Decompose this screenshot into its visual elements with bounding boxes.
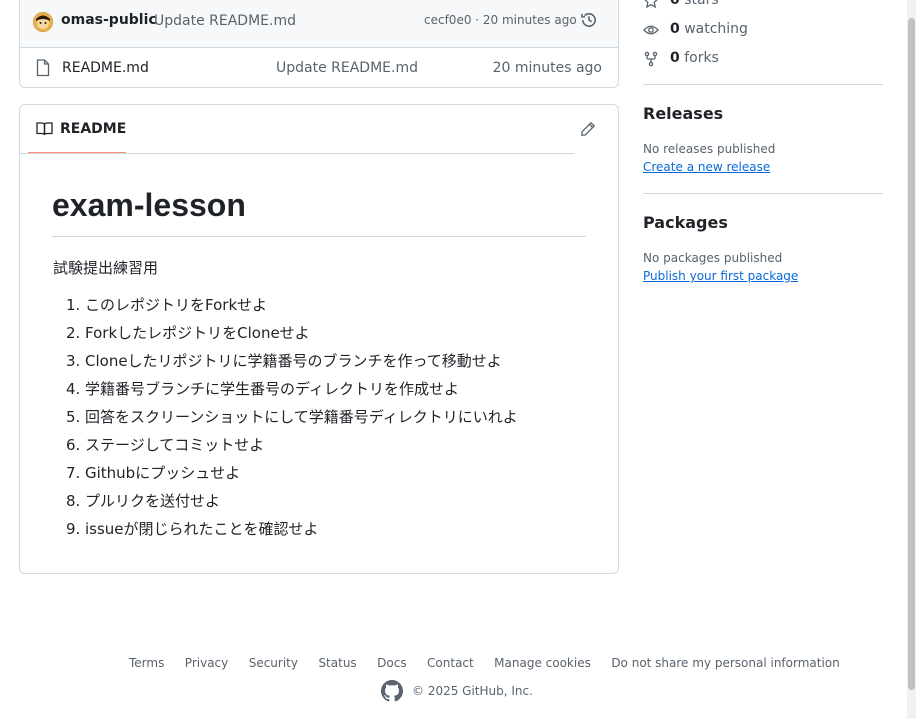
readme-steps-list: 1. このレポジトリをForkせよ 2. ForkしたレポジトリをCloneせよ 3… bbox=[66, 293, 606, 545]
pencil-icon[interactable] bbox=[580, 121, 596, 141]
watching-label: watching bbox=[684, 21, 748, 37]
footer-link-status[interactable]: Status bbox=[318, 656, 356, 670]
file-icon bbox=[35, 59, 51, 81]
file-browser: omas-public Update README.md cecf0e0 · 2… bbox=[19, 0, 619, 88]
list-item: 7. Githubにプッシュせよ bbox=[66, 464, 241, 482]
file-commit-link[interactable]: Update README.md bbox=[276, 60, 418, 76]
list-item: 4. 学籍番号ブランチに学生番号のディレクトリを作成せよ bbox=[66, 380, 459, 398]
copyright-text: © 2025 GitHub, Inc. bbox=[412, 684, 533, 698]
releases-note: No releases published bbox=[643, 142, 776, 156]
commit-author-link[interactable]: omas-public bbox=[61, 12, 157, 28]
footer-link-security[interactable]: Security bbox=[249, 656, 298, 670]
file-commit-time: 20 minutes ago bbox=[492, 60, 602, 76]
readme-tab-bar: README bbox=[20, 105, 618, 154]
list-item: 8. プルリクを送付せよ bbox=[66, 492, 221, 510]
star-icon bbox=[643, 0, 659, 13]
readme-description: 試験提出練習用 bbox=[53, 259, 159, 277]
scrollbar-thumb[interactable] bbox=[908, 18, 915, 690]
sidebar-divider bbox=[643, 193, 883, 194]
commit-message-link[interactable]: Update README.md bbox=[154, 13, 296, 29]
latest-commit-bar: omas-public Update README.md cecf0e0 · 2… bbox=[20, 0, 618, 48]
repo-forked-icon bbox=[643, 51, 659, 71]
footer-link-terms[interactable]: Terms bbox=[129, 656, 164, 670]
publish-package-link[interactable]: Publish your first package bbox=[643, 269, 798, 283]
footer-link-privacy[interactable]: Privacy bbox=[185, 656, 228, 670]
create-release-link[interactable]: Create a new release bbox=[643, 160, 770, 174]
readme-tab-label: README bbox=[60, 121, 127, 137]
sidebar-divider bbox=[643, 84, 883, 85]
footer-links: Terms Privacy Security Status Docs Conta… bbox=[129, 655, 856, 671]
file-row[interactable]: README.md Update README.md 20 minutes ag… bbox=[20, 48, 618, 88]
stars-count: 0 bbox=[670, 0, 680, 8]
list-item: 5. 回答をスクリーンショットにして学籍番号ディレクトリにいれよ bbox=[66, 408, 518, 426]
avatar[interactable] bbox=[33, 12, 53, 32]
github-mark-icon[interactable] bbox=[381, 680, 403, 706]
releases-heading[interactable]: Releases bbox=[643, 104, 723, 123]
packages-heading[interactable]: Packages bbox=[643, 213, 728, 232]
footer-link-docs[interactable]: Docs bbox=[377, 656, 406, 670]
packages-note: No packages published bbox=[643, 251, 783, 265]
tab-readme[interactable]: README bbox=[28, 105, 126, 154]
list-item: 9. issueが閉じられたことを確認せよ bbox=[66, 520, 319, 538]
readme-panel: README exam-lesson 試験提出練習用 1. このレポジトリをFor… bbox=[19, 104, 619, 574]
footer-link-do-not-share[interactable]: Do not share my personal information bbox=[611, 656, 839, 670]
list-item: 3. Cloneしたリポジトリに学籍番号のブランチを作って移動せよ bbox=[66, 352, 502, 370]
list-item: 6. ステージしてコミットせよ bbox=[66, 436, 265, 454]
stars-label: stars bbox=[684, 0, 719, 8]
eye-icon bbox=[643, 22, 659, 42]
book-icon bbox=[36, 121, 53, 141]
page-scrollbar[interactable] bbox=[907, 0, 916, 719]
forks-count: 0 bbox=[670, 50, 680, 66]
repo-page: omas-public Update README.md cecf0e0 · 2… bbox=[0, 0, 916, 719]
list-item: 2. ForkしたレポジトリをCloneせよ bbox=[66, 324, 310, 342]
file-name-link[interactable]: README.md bbox=[62, 60, 149, 76]
footer-link-contact[interactable]: Contact bbox=[427, 656, 474, 670]
footer-link-manage-cookies[interactable]: Manage cookies bbox=[494, 656, 591, 670]
heading-divider bbox=[52, 236, 586, 237]
readme-heading: exam-lesson bbox=[52, 187, 246, 223]
watching-count: 0 bbox=[670, 21, 680, 37]
history-icon[interactable] bbox=[580, 11, 598, 33]
forks-label: forks bbox=[684, 50, 719, 66]
list-item: 1. このレポジトリをForkせよ bbox=[66, 296, 268, 314]
commit-hash-time[interactable]: cecf0e0 · 20 minutes ago bbox=[424, 13, 577, 27]
tab-divider bbox=[20, 153, 574, 154]
